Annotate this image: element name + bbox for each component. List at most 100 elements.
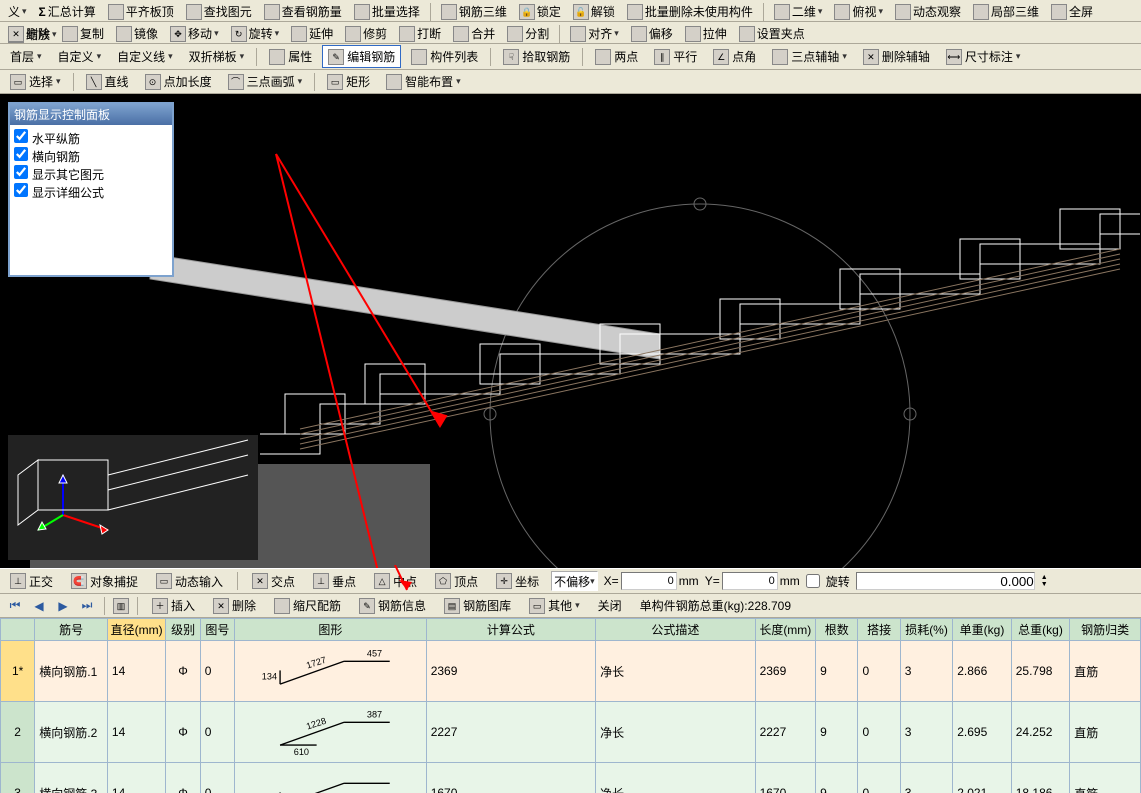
btn-dim[interactable]: ⟷尺寸标注 ▾ <box>940 45 1027 68</box>
btn-osnap[interactable]: 🧲对象捕捉 <box>65 570 144 593</box>
btn-attr[interactable]: 属性 <box>263 45 318 68</box>
btn-parallel[interactable]: ∥平行 <box>648 45 703 68</box>
btn-perp[interactable]: ⊥垂点 <box>307 570 362 593</box>
table-row[interactable]: 1* 横向钢筋.1 14 Φ 0 457 1727 134 2369 净长 23… <box>1 641 1141 702</box>
menu-fullscreen[interactable]: 全屏 <box>1047 2 1097 21</box>
menu-item[interactable]: 义 ▾ <box>4 2 31 21</box>
btn-extend[interactable]: 延伸 <box>287 24 337 43</box>
btn-join[interactable]: 合并 <box>449 24 499 43</box>
menu-summary[interactable]: Σ 汇总计算 <box>35 2 100 21</box>
btn-line[interactable]: ╲直线 <box>80 70 135 93</box>
combo-floor[interactable]: 首层 ▾ <box>4 45 48 68</box>
btn-dynin[interactable]: ▭动态输入 <box>150 570 229 593</box>
chk-rotate[interactable] <box>806 574 820 588</box>
btn-edit-rebar[interactable]: ✎编辑钢筋 <box>322 45 401 68</box>
menu-view-rebar[interactable]: 查看钢筋量 <box>260 2 346 21</box>
btn-cross[interactable]: ✕交点 <box>246 570 301 593</box>
col-unitw[interactable]: 单重(kg) <box>953 619 1012 641</box>
btn-close[interactable]: 关闭 <box>592 594 628 617</box>
btn-scale[interactable]: 缩尺配筋 <box>268 594 347 617</box>
col-cat[interactable]: 钢筋归类 <box>1070 619 1141 641</box>
table-row[interactable]: 2 横向钢筋.2 14 Φ 0 387 1228 610 2227 净长 222… <box>1 702 1141 763</box>
menu-flush[interactable]: 平齐板顶 <box>104 2 178 21</box>
col-num[interactable]: 根数 <box>816 619 858 641</box>
btn-rotate[interactable]: ↻旋转 ▾ <box>227 24 284 43</box>
input-rotate[interactable] <box>856 572 1035 590</box>
nav-last[interactable]: ⏭ <box>78 598 96 613</box>
btn-del-axis[interactable]: ✕删除辅轴 <box>857 45 936 68</box>
rotate-stepper[interactable]: ▲▼ <box>1041 574 1048 588</box>
col-desc[interactable]: 公式描述 <box>596 619 755 641</box>
btn-pointlen[interactable]: ⊙点加长度 <box>139 70 218 93</box>
col-totw[interactable]: 总重(kg) <box>1011 619 1070 641</box>
combo-custom[interactable]: 自定义 ▾ <box>52 45 108 68</box>
btn-apex[interactable]: ⬠顶点 <box>429 570 484 593</box>
btn-rebar-lib[interactable]: ▤钢筋图库 <box>438 594 517 617</box>
menu-unlock[interactable]: 🔓解锁 <box>569 2 619 21</box>
col-idx[interactable] <box>1 619 35 641</box>
col-dia[interactable]: 直径(mm) <box>107 619 166 641</box>
combo-custom-line[interactable]: 自定义线 ▾ <box>111 45 179 68</box>
col-len[interactable]: 长度(mm) <box>755 619 816 641</box>
btn-comp-list[interactable]: 构件列表 <box>405 45 484 68</box>
menu-find[interactable]: 查找图元 <box>182 2 256 21</box>
input-x[interactable] <box>621 572 677 590</box>
col-lap[interactable]: 搭接 <box>858 619 900 641</box>
btn-point-angle[interactable]: ∠点角 <box>707 45 762 68</box>
menu-top-view[interactable]: 俯视 ▾ <box>830 2 887 21</box>
menu-batch-select[interactable]: 批量选择 <box>350 2 424 21</box>
btn-3pt-axis[interactable]: 三点辅轴 ▾ <box>766 45 853 68</box>
btn-smart[interactable]: 智能布置 ▾ <box>380 70 467 93</box>
input-y[interactable] <box>722 572 778 590</box>
col-fig[interactable]: 图号 <box>200 619 234 641</box>
btn-split[interactable]: 分割 <box>503 24 553 43</box>
btn-delete-row[interactable]: ✕删除 <box>207 594 262 617</box>
menu-2d[interactable]: 二维 ▾ <box>770 2 827 21</box>
btn-move[interactable]: ✥移动 ▾ <box>166 24 223 43</box>
menu-lock[interactable]: 🔒锁定 <box>515 2 565 21</box>
btn-mid[interactable]: △中点 <box>368 570 423 593</box>
nav-first[interactable]: ⏮ <box>6 598 24 613</box>
menu-rebar-3d[interactable]: 钢筋三维 <box>437 2 511 21</box>
btn-copy[interactable]: 复制 <box>58 24 108 43</box>
viewport-3d[interactable]: 钢筋显示控制面板 水平纵筋 横向钢筋 显示其它图元 显示详细公式 <box>0 94 1141 568</box>
btn-rebar-info[interactable]: ✎钢筋信息 <box>353 594 432 617</box>
btn-pick-rebar[interactable]: ☟拾取钢筋 <box>497 45 576 68</box>
rebar-display-panel[interactable]: 钢筋显示控制面板 水平纵筋 横向钢筋 显示其它图元 显示详细公式 <box>8 102 174 277</box>
btn-two-point[interactable]: 两点 <box>589 45 644 68</box>
menu-batch-del[interactable]: 批量删除未使用构件 <box>623 2 757 21</box>
btn-stretch[interactable]: 拉伸 <box>681 24 731 43</box>
chk-detail[interactable]: 显示详细公式 <box>14 183 168 201</box>
col-formula[interactable]: 计算公式 <box>426 619 595 641</box>
col-loss[interactable]: 损耗(%) <box>900 619 952 641</box>
nav-next[interactable]: ▶ <box>54 599 72 613</box>
btn-delete[interactable]: ✕删除 <box>4 24 54 43</box>
btn-rect[interactable]: ▭矩形 <box>321 70 376 93</box>
btn-offset[interactable]: 偏移 <box>627 24 677 43</box>
col-grade[interactable]: 级别 <box>166 619 200 641</box>
btn-insert-row[interactable]: ＋插入 <box>146 594 201 617</box>
col-name[interactable]: 筋号 <box>35 619 108 641</box>
mini-viewport[interactable] <box>8 435 258 560</box>
btn-break[interactable]: 打断 <box>395 24 445 43</box>
chk-other[interactable]: 显示其它图元 <box>14 165 168 183</box>
menu-local-3d[interactable]: 局部三维 <box>969 2 1043 21</box>
btn-other[interactable]: ▭其他 ▾ <box>523 594 586 617</box>
combo-offset[interactable]: 不偏移 ▾ <box>551 571 598 591</box>
combo-stair[interactable]: 双折梯板 ▾ <box>183 45 251 68</box>
btn-align[interactable]: 对齐 ▾ <box>566 24 623 43</box>
btn-coord[interactable]: ✛坐标 <box>490 570 545 593</box>
btn-ortho[interactable]: ⊥正交 <box>4 570 59 593</box>
chk-trans[interactable]: 横向钢筋 <box>14 147 168 165</box>
table-row[interactable]: 3 横向钢筋.3 14 Φ 0 175 1670 净长 1670 9 0 3 2… <box>1 763 1141 793</box>
chk-horiz[interactable]: 水平纵筋 <box>14 129 168 147</box>
menu-orbit[interactable]: 动态观察 <box>891 2 965 21</box>
btn-trim[interactable]: 修剪 <box>341 24 391 43</box>
btn-grip[interactable]: 设置夹点 <box>735 24 809 43</box>
btn-arc3[interactable]: ⌒三点画弧 ▾ <box>222 70 309 93</box>
btn-mirror[interactable]: 镜像 <box>112 24 162 43</box>
col-shape[interactable]: 图形 <box>235 619 427 641</box>
nav-prev[interactable]: ◀ <box>30 599 48 613</box>
btn-select[interactable]: ▭选择 ▾ <box>4 70 67 93</box>
rebar-table-wrap[interactable]: 筋号 直径(mm) 级别 图号 图形 计算公式 公式描述 长度(mm) 根数 搭… <box>0 618 1141 793</box>
